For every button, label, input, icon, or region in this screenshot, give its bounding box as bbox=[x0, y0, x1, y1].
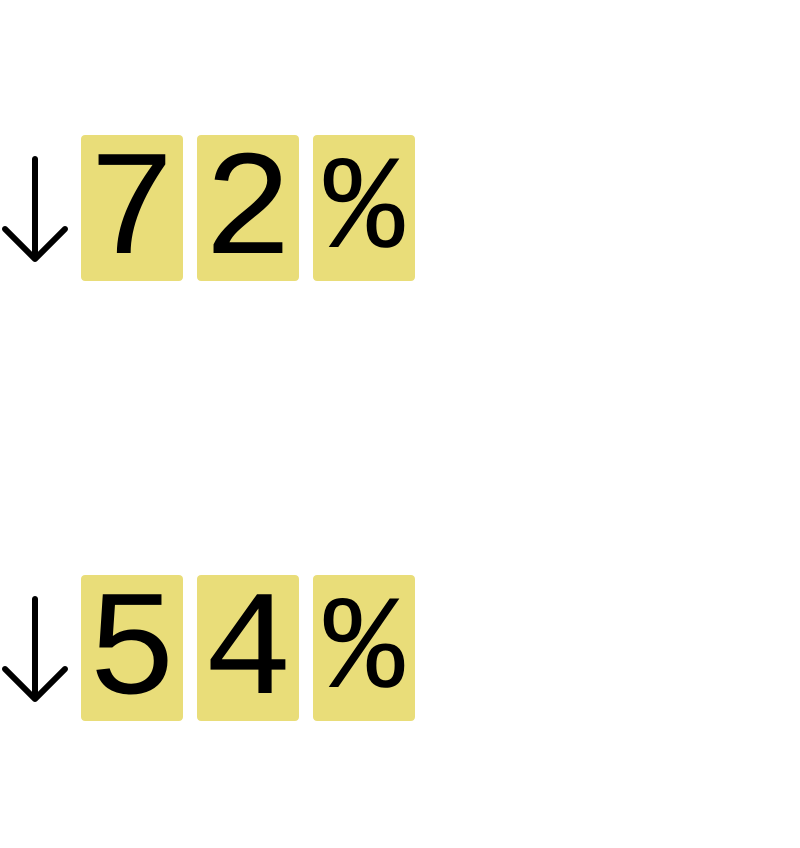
digit-tile: 2 bbox=[197, 135, 299, 281]
percent-sign: % bbox=[323, 136, 405, 281]
digit-tile: 7 bbox=[81, 135, 183, 281]
digit: 2 bbox=[202, 135, 293, 281]
arrow-down-icon bbox=[0, 153, 70, 265]
stat-row-2: 5 4 % bbox=[0, 575, 420, 721]
digit: 4 bbox=[202, 575, 293, 721]
stat-row-1: 7 2 % bbox=[0, 135, 420, 281]
digit: 5 bbox=[86, 575, 177, 721]
digit: 7 bbox=[86, 135, 177, 281]
digit-tile: 5 bbox=[81, 575, 183, 721]
arrow-down-icon bbox=[0, 593, 70, 705]
percent-sign: % bbox=[323, 576, 405, 721]
digit-tile: 4 bbox=[197, 575, 299, 721]
digit-tile: % bbox=[313, 135, 415, 281]
digit-tile: % bbox=[313, 575, 415, 721]
